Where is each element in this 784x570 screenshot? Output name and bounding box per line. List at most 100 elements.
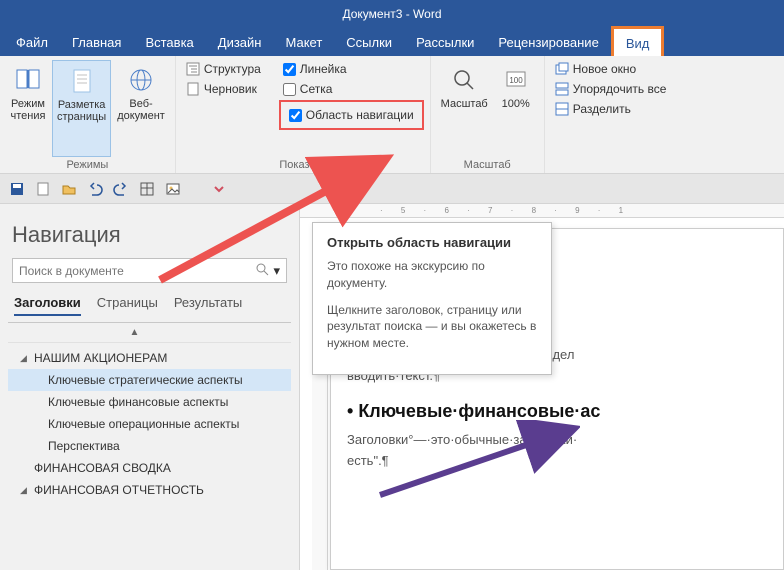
- tree-item-strategic[interactable]: Ключевые стратегические аспекты: [8, 369, 291, 391]
- zoom-button[interactable]: Масштаб: [437, 60, 492, 157]
- group-zoom: Масштаб 100 100% Масштаб: [431, 56, 545, 173]
- arrange-label: Упорядочить все: [573, 82, 667, 96]
- search-dropdown-icon[interactable]: ▾: [273, 263, 280, 279]
- horizontal-ruler[interactable]: · 5 · 6 · 7 · 8 · 9 · 1: [300, 204, 784, 218]
- doc-body-line5[interactable]: есть".¶: [347, 451, 783, 472]
- print-layout-button[interactable]: Разметка страницы: [52, 60, 111, 157]
- page-icon: [66, 65, 98, 97]
- tab-review[interactable]: Рецензирование: [486, 28, 610, 56]
- quick-access-toolbar: [0, 174, 784, 204]
- triangle-icon: ◢: [20, 353, 30, 364]
- navpane-highlight: Область навигации: [279, 100, 424, 130]
- tab-insert[interactable]: Вставка: [133, 28, 205, 56]
- tab-mailings[interactable]: Рассылки: [404, 28, 486, 56]
- grid-check[interactable]: [283, 83, 296, 96]
- search-icon[interactable]: [255, 262, 269, 279]
- open-button[interactable]: [60, 180, 78, 198]
- nav-tree: ◢НАШИМ АКЦИОНЕРАМ Ключевые стратегически…: [8, 343, 291, 505]
- outline-label: Структура: [204, 62, 261, 76]
- hundred-icon: 100: [500, 64, 532, 96]
- read-mode-button[interactable]: Режим чтения: [6, 60, 50, 157]
- web-layout-label: Веб- документ: [117, 98, 165, 122]
- draft-label: Черновик: [204, 82, 257, 96]
- tab-references[interactable]: Ссылки: [334, 28, 404, 56]
- split-label: Разделить: [573, 102, 631, 116]
- collapse-all-button[interactable]: ▲: [8, 323, 291, 343]
- tree-item-perspective[interactable]: Перспектива: [8, 435, 291, 457]
- group-show: Структура Черновик Линейка Сетка Область…: [176, 56, 431, 173]
- zoom-label: Масштаб: [441, 98, 488, 110]
- gridlines-label: Сетка: [300, 82, 333, 96]
- print-layout-label: Разметка страницы: [57, 99, 106, 123]
- navigation-pane: Навигация ▾ Заголовки Страницы Результат…: [0, 204, 300, 570]
- undo-button[interactable]: [86, 180, 104, 198]
- tree-item-financial-aspects[interactable]: Ключевые финансовые аспекты: [8, 391, 291, 413]
- tooltip-title: Открыть область навигации: [327, 235, 537, 250]
- book-icon: [12, 64, 44, 96]
- draft-button[interactable]: Черновик: [182, 80, 265, 98]
- outline-icon: [186, 62, 200, 76]
- navpane-check[interactable]: [289, 109, 302, 122]
- nav-tab-headings[interactable]: Заголовки: [14, 295, 81, 316]
- ruler-label: Линейка: [300, 62, 347, 76]
- tooltip-body2: Щелкните заголовок, страницу или результ…: [327, 302, 537, 352]
- navpane-label: Область навигации: [306, 108, 414, 122]
- new-window-button[interactable]: Новое окно: [551, 60, 671, 78]
- more-button[interactable]: [210, 180, 228, 198]
- arrange-icon: [555, 82, 569, 96]
- hundred-button[interactable]: 100 100%: [494, 60, 538, 157]
- web-layout-button[interactable]: Веб- документ: [113, 60, 169, 157]
- nav-tabs: Заголовки Страницы Результаты: [8, 295, 291, 323]
- split-button[interactable]: Разделить: [551, 100, 671, 118]
- new-doc-button[interactable]: [34, 180, 52, 198]
- nav-title: Навигация: [12, 222, 287, 248]
- search-input-wrap[interactable]: ▾: [12, 258, 287, 283]
- gridlines-checkbox[interactable]: Сетка: [279, 80, 424, 98]
- title-text: Документ3 - Word: [342, 7, 441, 21]
- navpane-checkbox[interactable]: Область навигации: [289, 108, 414, 122]
- outline-button[interactable]: Структура: [182, 60, 265, 78]
- tab-view[interactable]: Вид: [611, 26, 665, 56]
- tab-file[interactable]: Файл: [4, 28, 60, 56]
- search-input[interactable]: [19, 264, 255, 278]
- draft-icon: [186, 82, 200, 96]
- ruler-check[interactable]: [283, 63, 296, 76]
- table-button[interactable]: [138, 180, 156, 198]
- new-window-icon: [555, 62, 569, 76]
- tab-design[interactable]: Дизайн: [206, 28, 274, 56]
- read-mode-label: Режим чтения: [11, 98, 46, 122]
- redo-button[interactable]: [112, 180, 130, 198]
- tree-item-summary[interactable]: ФИНАНСОВАЯ СВОДКА: [8, 457, 291, 479]
- group-window: Новое окно Упорядочить все Разделить: [545, 56, 677, 173]
- split-icon: [555, 102, 569, 116]
- nav-tab-pages[interactable]: Страницы: [97, 295, 158, 316]
- picture-button[interactable]: [164, 180, 182, 198]
- title-bar: Документ3 - Word: [0, 0, 784, 28]
- tooltip-body1: Это похоже на экскурсию по документу.: [327, 258, 537, 292]
- group-modes: Режим чтения Разметка страницы Веб- доку…: [0, 56, 176, 173]
- ruler-checkbox[interactable]: Линейка: [279, 60, 424, 78]
- magnifier-icon: [448, 64, 480, 96]
- hundred-label: 100%: [502, 98, 530, 110]
- new-window-label: Новое окно: [573, 62, 637, 76]
- triangle-icon: ◢: [20, 485, 30, 496]
- modes-group-label: Режимы: [6, 157, 169, 171]
- zoom-group-label: Масштаб: [437, 157, 538, 171]
- tab-home[interactable]: Главная: [60, 28, 133, 56]
- save-button[interactable]: [8, 180, 26, 198]
- tree-item-shareholders[interactable]: ◢НАШИМ АКЦИОНЕРАМ: [8, 347, 291, 369]
- ribbon: Режим чтения Разметка страницы Веб- доку…: [0, 56, 784, 174]
- web-icon: [125, 64, 157, 96]
- tab-layout[interactable]: Макет: [273, 28, 334, 56]
- nav-tab-results[interactable]: Результаты: [174, 295, 242, 316]
- tree-item-reporting[interactable]: ◢ФИНАНСОВАЯ ОТЧЕТНОСТЬ: [8, 479, 291, 501]
- doc-body-line4[interactable]: Заголовки°—·это·обычные·заголовки·: [347, 430, 783, 451]
- navpane-tooltip: Открыть область навигации Это похоже на …: [312, 222, 552, 375]
- show-group-label: Показать: [182, 157, 424, 171]
- svg-text:100: 100: [509, 76, 523, 85]
- tree-item-operational[interactable]: Ключевые операционные аспекты: [8, 413, 291, 435]
- ribbon-tabs: Файл Главная Вставка Дизайн Макет Ссылки…: [0, 28, 784, 56]
- arrange-button[interactable]: Упорядочить все: [551, 80, 671, 98]
- window-group-label: [551, 169, 671, 171]
- doc-heading2b[interactable]: • Ключевые·финансовые·ас: [347, 401, 783, 422]
